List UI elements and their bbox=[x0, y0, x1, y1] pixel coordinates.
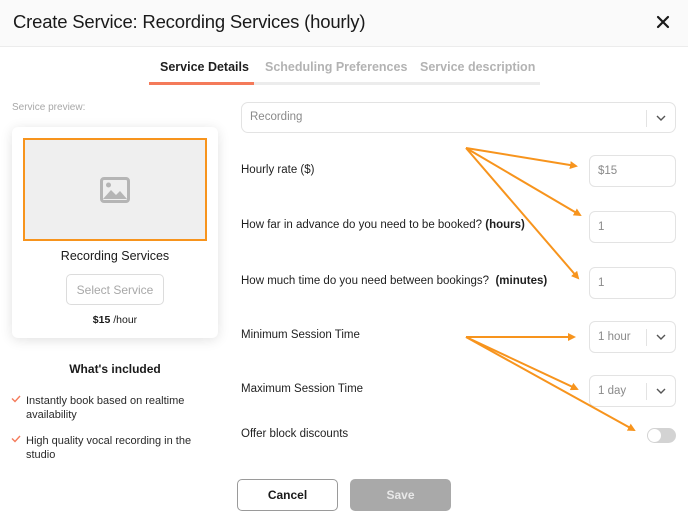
min-session-dropdown[interactable]: 1 hour bbox=[589, 321, 676, 353]
between-bookings-unit: (minutes) bbox=[495, 275, 548, 287]
included-item-text: High quality vocal recording in the stud… bbox=[26, 435, 192, 461]
between-bookings-input[interactable] bbox=[589, 267, 676, 299]
hourly-rate-input[interactable] bbox=[589, 155, 676, 187]
select-service-button[interactable]: Select Service bbox=[66, 274, 164, 305]
service-name: Recording Services bbox=[60, 249, 170, 263]
tab-scheduling-preferences[interactable]: Scheduling Preferences bbox=[265, 60, 407, 74]
block-discounts-toggle[interactable] bbox=[647, 428, 676, 443]
between-bookings-text: How much time do you need between bookin… bbox=[241, 275, 490, 287]
category-value: Recording bbox=[250, 111, 303, 123]
hourly-rate-label: Hourly rate ($) bbox=[241, 164, 315, 176]
tab-service-description[interactable]: Service description bbox=[420, 60, 535, 74]
check-icon bbox=[11, 395, 21, 403]
advance-booking-input[interactable] bbox=[589, 211, 676, 243]
chevron-down-icon bbox=[656, 388, 666, 394]
service-image bbox=[23, 138, 207, 241]
tab-bar: Service Details Scheduling Preferences S… bbox=[149, 58, 540, 85]
category-dropdown[interactable]: Recording bbox=[241, 102, 676, 133]
max-session-value: 1 day bbox=[598, 385, 627, 397]
service-preview-label: Service preview: bbox=[12, 102, 86, 113]
annotation-arrow bbox=[465, 336, 579, 391]
service-preview-card: Recording Services Select Service $15 /h… bbox=[12, 127, 218, 338]
annotation-arrow bbox=[465, 147, 582, 217]
service-price: $15 /hour bbox=[12, 314, 218, 326]
advance-booking-unit: (hours) bbox=[485, 219, 525, 231]
modal-header: Create Service: Recording Services (hour… bbox=[0, 0, 688, 47]
whats-included-title: What's included bbox=[69, 362, 161, 376]
dropdown-separator bbox=[646, 383, 647, 400]
modal-title: Create Service: Recording Services (hour… bbox=[13, 11, 366, 32]
max-session-label: Maximum Session Time bbox=[241, 383, 364, 395]
block-discounts-label: Offer block discounts bbox=[241, 428, 349, 440]
close-icon bbox=[656, 15, 670, 29]
between-bookings-label: How much time do you need between bookin… bbox=[241, 275, 547, 287]
chevron-down-icon bbox=[656, 334, 666, 340]
image-placeholder-icon bbox=[100, 176, 130, 203]
annotation-arrow bbox=[465, 147, 578, 169]
dropdown-separator bbox=[646, 110, 647, 127]
close-button[interactable] bbox=[650, 9, 676, 35]
price-amount: $15 bbox=[92, 314, 111, 326]
cancel-button[interactable]: Cancel bbox=[237, 479, 338, 511]
check-icon bbox=[11, 435, 21, 443]
annotation-arrow bbox=[465, 147, 580, 280]
advance-booking-label: How far in advance do you need to be boo… bbox=[241, 219, 525, 231]
tab-service-details[interactable]: Service Details bbox=[160, 60, 249, 74]
included-item-text: Instantly book based on realtime availab… bbox=[26, 395, 185, 421]
chevron-down-icon bbox=[656, 115, 666, 121]
save-button[interactable]: Save bbox=[350, 479, 451, 511]
advance-booking-text: How far in advance do you need to be boo… bbox=[241, 219, 483, 231]
active-tab-indicator bbox=[149, 82, 254, 85]
max-session-dropdown[interactable]: 1 day bbox=[589, 375, 676, 407]
min-session-value: 1 hour bbox=[598, 331, 631, 343]
min-session-label: Minimum Session Time bbox=[241, 329, 360, 341]
dropdown-separator bbox=[646, 329, 647, 346]
toggle-knob bbox=[648, 429, 661, 442]
price-unit: /hour bbox=[113, 314, 138, 326]
